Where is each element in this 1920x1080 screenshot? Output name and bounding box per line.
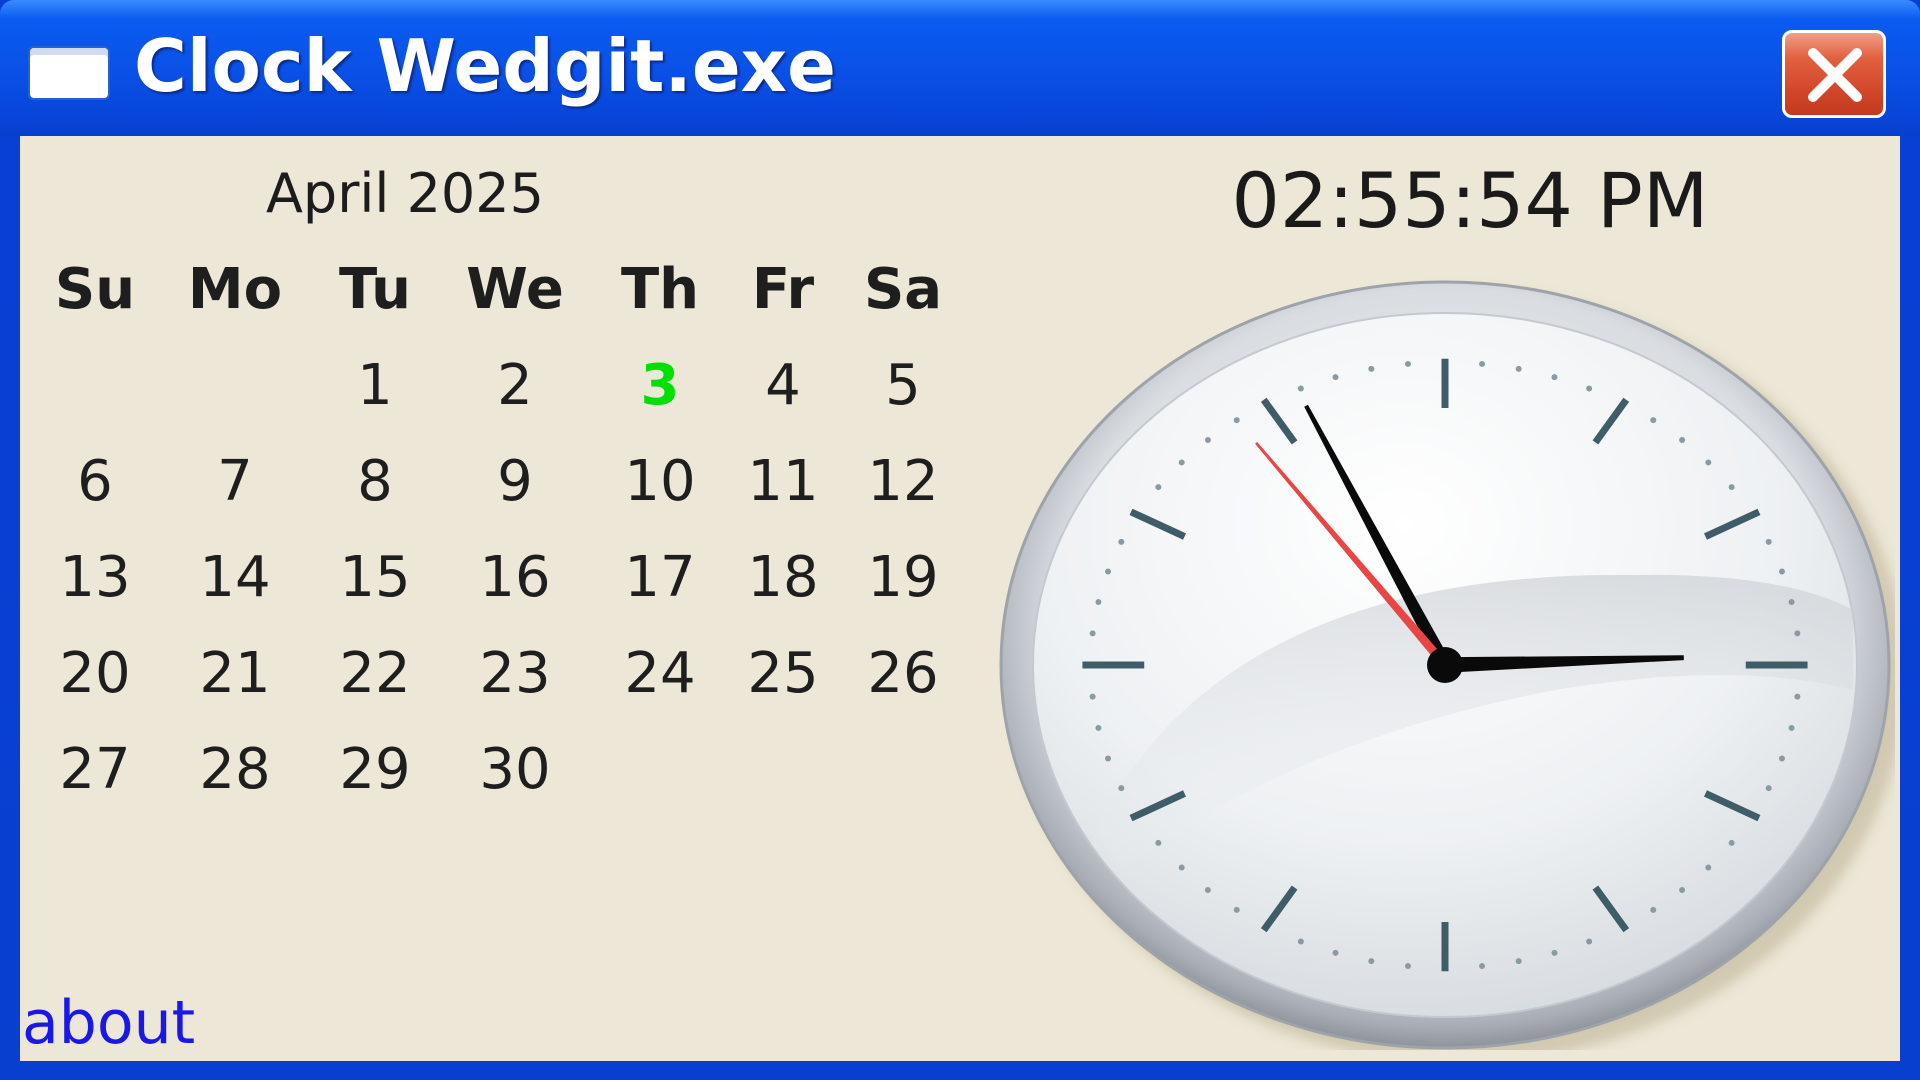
about-link[interactable]: about [22,988,195,1058]
calendar-month-label: April 2025 [265,162,544,225]
calendar-day: 14 [199,545,271,610]
minute-tick [1332,949,1339,956]
minute-tick [1765,538,1772,545]
calendar-day: 29 [339,737,411,802]
calendar-day: 1 [357,353,393,418]
minute-tick [1778,755,1785,762]
minute-tick [1105,755,1112,762]
weekday-header: Fr [751,257,815,322]
calendar-day: 25 [747,641,819,706]
minute-tick [1515,958,1522,965]
minute-tick [1794,630,1801,637]
weekday-header: Sa [863,257,943,322]
minute-tick [1404,360,1411,367]
minute-tick [1728,484,1735,491]
minute-tick [1089,693,1096,700]
minute-tick [1178,459,1185,466]
minute-tick [1105,568,1112,575]
weekday-header: Th [620,257,700,322]
minute-tick [1118,538,1125,545]
minute-tick [1368,365,1375,372]
minute-tick [1297,938,1304,945]
weekday-header: Su [54,257,136,322]
weekday-header: We [466,257,564,322]
calendar-day: 2 [497,353,533,418]
minute-tick [1404,963,1411,970]
calendar-day: 7 [217,449,253,514]
minute-tick [1586,938,1593,945]
analog-clock [999,280,1895,1050]
minute-tick [1297,385,1304,392]
calendar-day: 28 [199,737,271,802]
minute-tick [1728,839,1735,846]
weekday-header: Tu [339,257,411,322]
calendar-day: 16 [479,545,551,610]
minute-tick [1679,886,1686,893]
minute-tick [1089,630,1096,637]
minute-tick [1479,360,1486,367]
calendar-day: 5 [885,353,921,418]
weekday-header: Mo [187,257,283,322]
calendar-day: 15 [339,545,411,610]
window-icon [30,48,108,98]
minute-tick [1095,599,1102,606]
minute-tick [1178,864,1185,871]
minute-tick [1705,864,1712,871]
minute-tick [1233,417,1240,424]
minute-tick [1586,385,1593,392]
calendar-day-today: 3 [640,353,680,418]
calendar-day: 10 [624,449,696,514]
minute-tick [1551,949,1558,956]
minute-tick [1155,839,1162,846]
minute-tick [1368,958,1375,965]
calendar-day: 24 [624,641,696,706]
title-bar[interactable]: Clock Wedgit.exe [0,0,1920,136]
calendar-day: 21 [199,641,271,706]
digital-time: 02:55:54 PM [1231,156,1709,245]
calendar-day: 18 [747,545,819,610]
calendar-day: 6 [77,449,113,514]
minute-tick [1794,693,1801,700]
calendar-day: 11 [747,449,819,514]
minute-tick [1233,906,1240,913]
calendar-day: 4 [765,353,801,418]
calendar-day: 26 [867,641,939,706]
close-button[interactable] [1782,30,1886,118]
calendar-day: 8 [357,449,393,514]
close-icon [1808,48,1862,102]
minute-tick [1204,886,1211,893]
clock-center-hub [1427,647,1463,683]
minute-tick [1204,437,1211,444]
minute-tick [1551,374,1558,381]
minute-tick [1679,437,1686,444]
minute-tick [1765,785,1772,792]
minute-tick [1778,568,1785,575]
calendar-day: 30 [479,737,551,802]
minute-tick [1788,724,1795,731]
minute-tick [1155,484,1162,491]
minute-tick [1788,599,1795,606]
calendar-day: 22 [339,641,411,706]
minute-tick [1705,459,1712,466]
minute-tick [1118,785,1125,792]
calendar-day: 20 [59,641,131,706]
calendar-day: 19 [867,545,939,610]
calendar-day: 23 [479,641,551,706]
minute-tick [1479,963,1486,970]
minute-tick [1095,724,1102,731]
calendar-day: 13 [59,545,131,610]
app-window: Clock Wedgit.exe April 2025 Su Mo Tu We Th Fr… [0,0,1920,1080]
calendar-day: 17 [624,545,696,610]
calendar-day: 27 [59,737,131,802]
minute-tick [1650,906,1657,913]
window-title: Clock Wedgit.exe [134,24,836,108]
minute-tick [1515,365,1522,372]
calendar-day: 12 [867,449,939,514]
client-area: April 2025 Su Mo Tu We Th Fr Sa 1 2 3 4 5 6 7 8 9 10 11 12… [20,136,1900,1061]
minute-tick [1332,374,1339,381]
calendar-day: 9 [497,449,533,514]
minute-tick [1650,417,1657,424]
